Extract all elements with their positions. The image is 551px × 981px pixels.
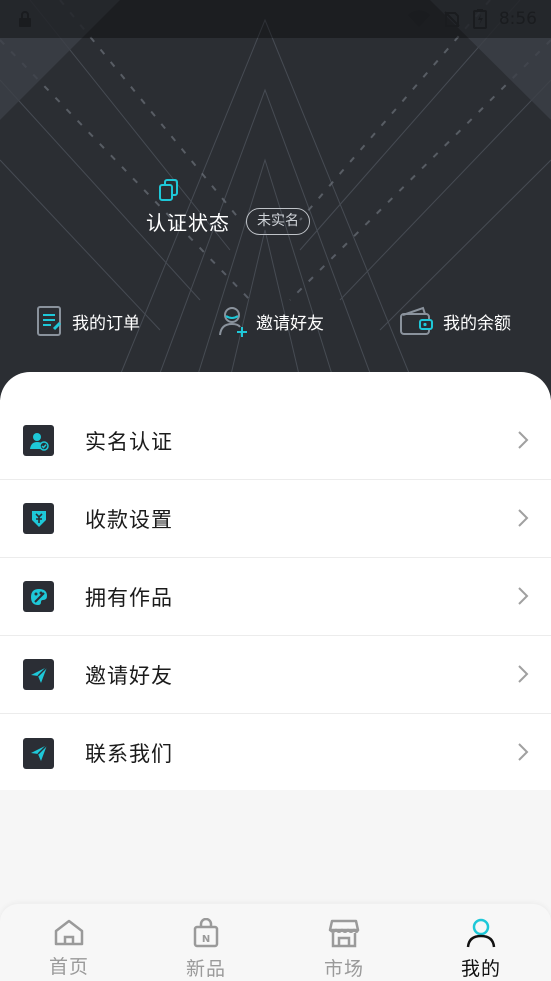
auth-status-badge[interactable]: 未实名 [246, 208, 310, 235]
chevron-right-icon [518, 431, 529, 449]
chevron-right-icon [518, 587, 529, 605]
menu-item-label: 邀请好友 [85, 663, 173, 688]
tab-label: 新品 [185, 958, 226, 980]
tab-home[interactable]: 首页 [24, 918, 114, 979]
quick-action-label: 我的余额 [443, 313, 511, 334]
tab-market[interactable]: 市场 [299, 918, 389, 981]
send-icon [23, 659, 54, 690]
quick-action-label: 我的订单 [72, 313, 140, 334]
menu-item-label: 拥有作品 [85, 585, 173, 610]
quick-action-invite[interactable]: 邀请好友 [218, 300, 324, 342]
tab-label: 市场 [323, 958, 364, 980]
menu-item-label: 实名认证 [85, 429, 173, 454]
menu-item-contact-us[interactable]: 联系我们 [0, 714, 551, 792]
menu-item-payment-settings[interactable]: 收款设置 [0, 480, 551, 558]
menu-list: 实名认证 收款设置 拥有作品 邀请好友 联系我们 [0, 402, 551, 792]
menu-item-label: 联系我们 [85, 742, 173, 766]
wifi-icon [407, 10, 430, 27]
order-icon [37, 306, 62, 336]
bottom-tab-bar: 首页 N 新品 市场 我的 [0, 904, 551, 981]
user-icon [466, 918, 496, 948]
palette-icon [23, 581, 54, 612]
invite-user-icon [219, 307, 247, 337]
no-sim-icon [444, 11, 460, 27]
svg-text:N: N [202, 934, 210, 945]
menu-item-real-name-verification[interactable]: 实名认证 [0, 402, 551, 480]
quick-actions: 我的订单 邀请好友 我的余额 [0, 300, 551, 344]
copy-icon[interactable] [158, 178, 180, 202]
status-time: 8:56 [498, 9, 537, 29]
auth-status-row: 认证状态 未实名 [146, 207, 310, 236]
tab-mine[interactable]: 我的 [436, 918, 526, 981]
tab-label: 我的 [460, 958, 501, 980]
store-icon [328, 919, 360, 948]
status-bar: 8:56 [0, 0, 551, 38]
payment-icon [23, 503, 54, 534]
chevron-right-icon [518, 743, 529, 761]
menu-item-owned-works[interactable]: 拥有作品 [0, 558, 551, 636]
send-icon [23, 737, 54, 769]
battery-icon [472, 9, 487, 29]
tab-new[interactable]: N 新品 [161, 917, 251, 981]
chevron-right-icon [518, 665, 529, 683]
menu-card: 实名认证 收款设置 拥有作品 邀请好友 联系我们 [0, 372, 551, 790]
wallet-icon [400, 306, 433, 335]
profile-header: 8:56 认证状态 未实名 我的订单 邀请好友 我的余额 [0, 0, 551, 400]
home-icon [54, 919, 84, 946]
lock-icon [19, 11, 31, 27]
quick-action-balance[interactable]: 我的余额 [399, 300, 511, 342]
quick-action-orders[interactable]: 我的订单 [36, 300, 140, 342]
chevron-right-icon [518, 509, 529, 527]
auth-status-title: 认证状态 [146, 211, 230, 235]
tab-label: 首页 [48, 956, 89, 978]
quick-action-label: 邀请好友 [256, 313, 324, 334]
new-bag-icon: N [193, 917, 219, 948]
menu-item-invite-friends[interactable]: 邀请好友 [0, 636, 551, 714]
menu-item-label: 收款设置 [85, 507, 173, 532]
verify-user-icon [23, 425, 54, 456]
